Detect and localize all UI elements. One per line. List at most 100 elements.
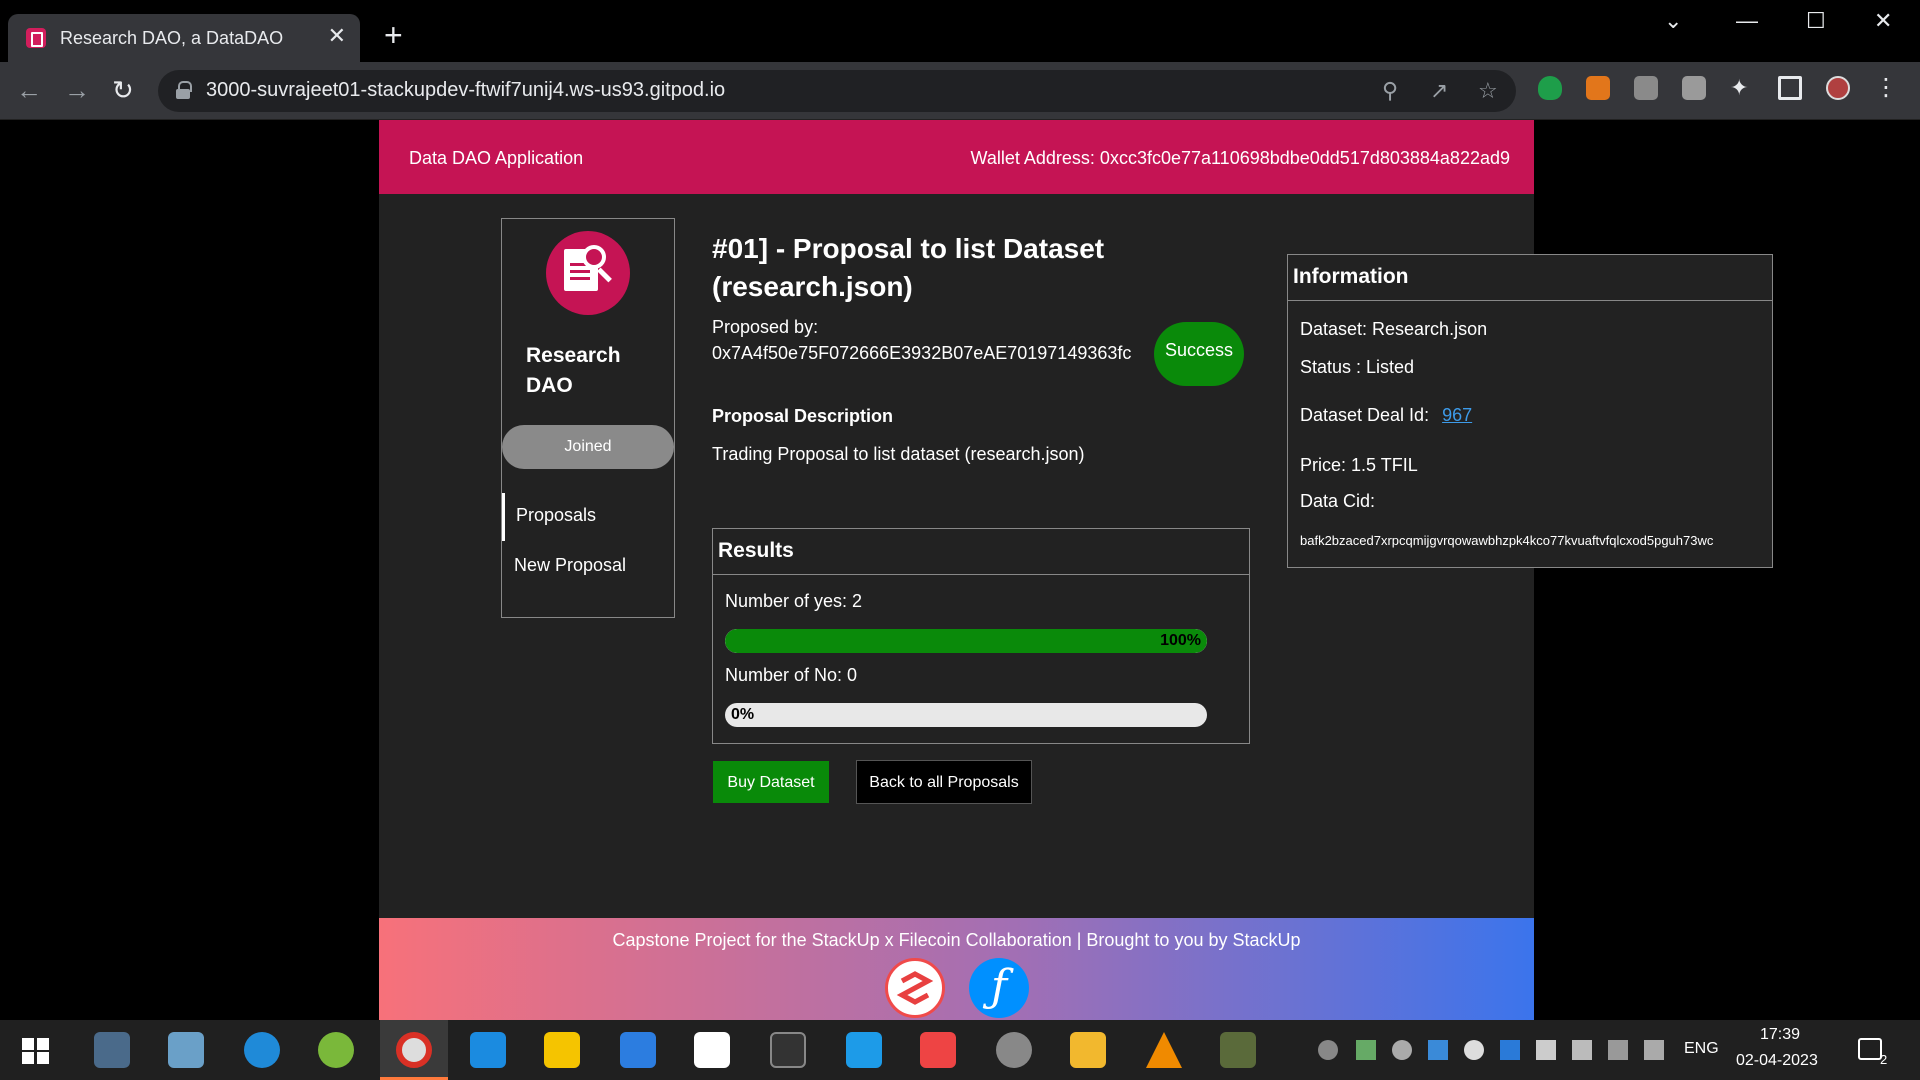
terminal-icon[interactable]	[770, 1032, 806, 1068]
forward-button[interactable]: →	[64, 76, 90, 104]
shield-extension-icon[interactable]	[1538, 76, 1562, 100]
proposal-title: #01] - Proposal to list Dataset (researc…	[712, 233, 1105, 302]
extension-icon-1[interactable]	[1634, 76, 1658, 100]
yes-progress-fill	[725, 629, 1207, 653]
reload-button[interactable]: ↻	[112, 76, 134, 104]
game-icon[interactable]	[1220, 1032, 1256, 1068]
tray-icon-1[interactable]	[1356, 1040, 1376, 1060]
results-panel: Results Number of yes: 2 100% Number of …	[712, 528, 1250, 744]
browser-toolbar: ← → ↻ 3000-suvrajeet01-stackupdev-ftwif7…	[0, 62, 1920, 120]
proposed-by: Proposed by: 0x7A4f50e75F072666E3932B07e…	[712, 314, 1131, 366]
dao-sidebar: Research DAO Joined Proposals New Propos…	[501, 218, 675, 618]
dao-name: Research DAO	[526, 344, 621, 397]
file-explorer-icon[interactable]	[1070, 1032, 1106, 1068]
store-icon[interactable]	[920, 1032, 956, 1068]
app-icon[interactable]	[318, 1032, 354, 1068]
notification-count: 2	[1880, 1052, 1888, 1067]
research-dao-logo-icon	[546, 231, 630, 315]
footer-text: Capstone Project for the StackUp x Filec…	[612, 930, 1301, 950]
joined-button[interactable]: Joined	[502, 425, 674, 469]
security-icon[interactable]	[1536, 1040, 1556, 1060]
site-favicon-icon	[26, 28, 46, 48]
notion-icon[interactable]	[694, 1032, 730, 1068]
lock-icon[interactable]	[176, 81, 192, 99]
active-nav-indicator	[502, 493, 505, 541]
onedrive-icon[interactable]	[1464, 1040, 1484, 1060]
information-panel: Information Dataset: Research.json Statu…	[1287, 254, 1773, 568]
todo-icon[interactable]	[620, 1032, 656, 1068]
edge-icon[interactable]	[244, 1032, 280, 1068]
tab-search-icon[interactable]: ⌄	[1664, 8, 1682, 34]
status-badge: Success	[1154, 322, 1244, 386]
browser-tab-bar: Research DAO, a DataDAO ✕ + ⌄ — ☐ ✕	[0, 0, 1920, 62]
new-tab-button[interactable]: +	[384, 19, 403, 51]
results-heading: Results	[713, 529, 1249, 575]
no-progress-bar: 0%	[725, 703, 1207, 727]
windows-taskbar: ENG 17:39 02-04-2023 2	[0, 1020, 1920, 1080]
star-icon[interactable]: ☆	[1478, 78, 1498, 104]
notepad-icon[interactable]	[168, 1032, 204, 1068]
volume-icon[interactable]	[1644, 1040, 1664, 1060]
no-percent: 0%	[731, 706, 755, 723]
buy-dataset-button[interactable]: Buy Dataset	[712, 760, 830, 804]
dataset-status: Status : Listed	[1300, 357, 1415, 377]
zoom-icon[interactable]: ⚲	[1382, 78, 1398, 104]
windows-start-icon[interactable]	[18, 1032, 54, 1068]
close-tab-icon[interactable]: ✕	[328, 24, 346, 48]
clock-date[interactable]: 02-04-2023	[1736, 1052, 1818, 1070]
yes-percent: 100%	[1160, 632, 1201, 649]
notification-icon[interactable]	[1858, 1038, 1882, 1060]
back-to-proposals-button[interactable]: Back to all Proposals	[856, 760, 1032, 804]
no-count: Number of No: 0	[725, 665, 858, 685]
chrome-icon[interactable]	[396, 1032, 432, 1068]
clock-time[interactable]: 17:39	[1760, 1026, 1800, 1044]
tab-title: Research DAO, a DataDAO	[60, 28, 284, 48]
back-button[interactable]: ←	[16, 76, 42, 104]
app-header: Data DAO Application Wallet Address: 0xc…	[379, 120, 1534, 194]
menu-kebab-icon[interactable]: ⋮	[1874, 76, 1898, 100]
tray-icon-4[interactable]	[1500, 1040, 1520, 1060]
battery-icon[interactable]	[1572, 1040, 1592, 1060]
sidebar-item-proposals[interactable]: Proposals	[516, 505, 596, 526]
share-icon[interactable]: ↗	[1430, 78, 1448, 104]
url-text[interactable]: 3000-suvrajeet01-stackupdev-ftwif7unij4.…	[206, 79, 725, 102]
browser-tab[interactable]: Research DAO, a DataDAO ✕	[8, 14, 360, 62]
proposer-address: 0x7A4f50e75F072666E3932B07eAE70197149363…	[712, 343, 1132, 363]
sidebar-icon[interactable]	[1778, 76, 1802, 100]
metamask-fox-icon[interactable]	[1586, 76, 1610, 100]
language-indicator[interactable]: ENG	[1684, 1040, 1719, 1058]
cid-label: Data Cid:	[1300, 491, 1376, 511]
airplane-mode-icon[interactable]	[1608, 1040, 1628, 1060]
sticky-notes-icon[interactable]	[544, 1032, 580, 1068]
extension-icon-2[interactable]	[1682, 76, 1706, 100]
tray-icon-3[interactable]	[1428, 1040, 1448, 1060]
profile-avatar[interactable]	[1826, 76, 1850, 100]
search-tray-icon[interactable]	[1318, 1040, 1338, 1060]
calculator-icon[interactable]	[94, 1032, 130, 1068]
deal-id-row: Dataset Deal Id: 967	[1300, 405, 1472, 426]
minimize-button[interactable]: —	[1736, 8, 1758, 34]
yes-progress-bar: 100%	[725, 629, 1207, 653]
wallet-address: Wallet Address: 0xcc3fc0e77a110698bdbe0d…	[970, 148, 1510, 168]
tray-icon-2[interactable]	[1392, 1040, 1412, 1060]
vscode-icon[interactable]	[470, 1032, 506, 1068]
filecoin-logo-icon[interactable]: ƒ	[969, 958, 1029, 1018]
cid-value: bafk2bzaced7xrpcqmijgvrqowawbhzpk4kco77k…	[1300, 533, 1714, 548]
deal-id-label: Dataset Deal Id:	[1300, 405, 1430, 425]
dataset-price: Price: 1.5 TFIL	[1300, 455, 1418, 475]
app-icon-blue[interactable]	[846, 1032, 882, 1068]
app-title: Data DAO Application	[409, 148, 584, 168]
puzzle-extensions-icon[interactable]: ✦	[1730, 76, 1754, 100]
yes-count: Number of yes: 2	[725, 591, 863, 611]
web-page: Data DAO Application Wallet Address: 0xc…	[379, 120, 1773, 1020]
settings-icon[interactable]	[996, 1032, 1032, 1068]
sidebar-item-new-proposal[interactable]: New Proposal	[514, 555, 626, 576]
page-footer: Capstone Project for the StackUp x Filec…	[379, 918, 1534, 1020]
address-bar[interactable]: 3000-suvrajeet01-stackupdev-ftwif7unij4.…	[158, 70, 1516, 112]
dataset-name: Dataset: Research.json	[1300, 319, 1488, 339]
stackup-logo-icon[interactable]	[885, 958, 945, 1018]
vlc-icon[interactable]	[1146, 1032, 1182, 1068]
maximize-button[interactable]: ☐	[1806, 8, 1826, 34]
deal-id-link[interactable]: 967	[1442, 405, 1472, 425]
close-window-button[interactable]: ✕	[1874, 8, 1892, 34]
